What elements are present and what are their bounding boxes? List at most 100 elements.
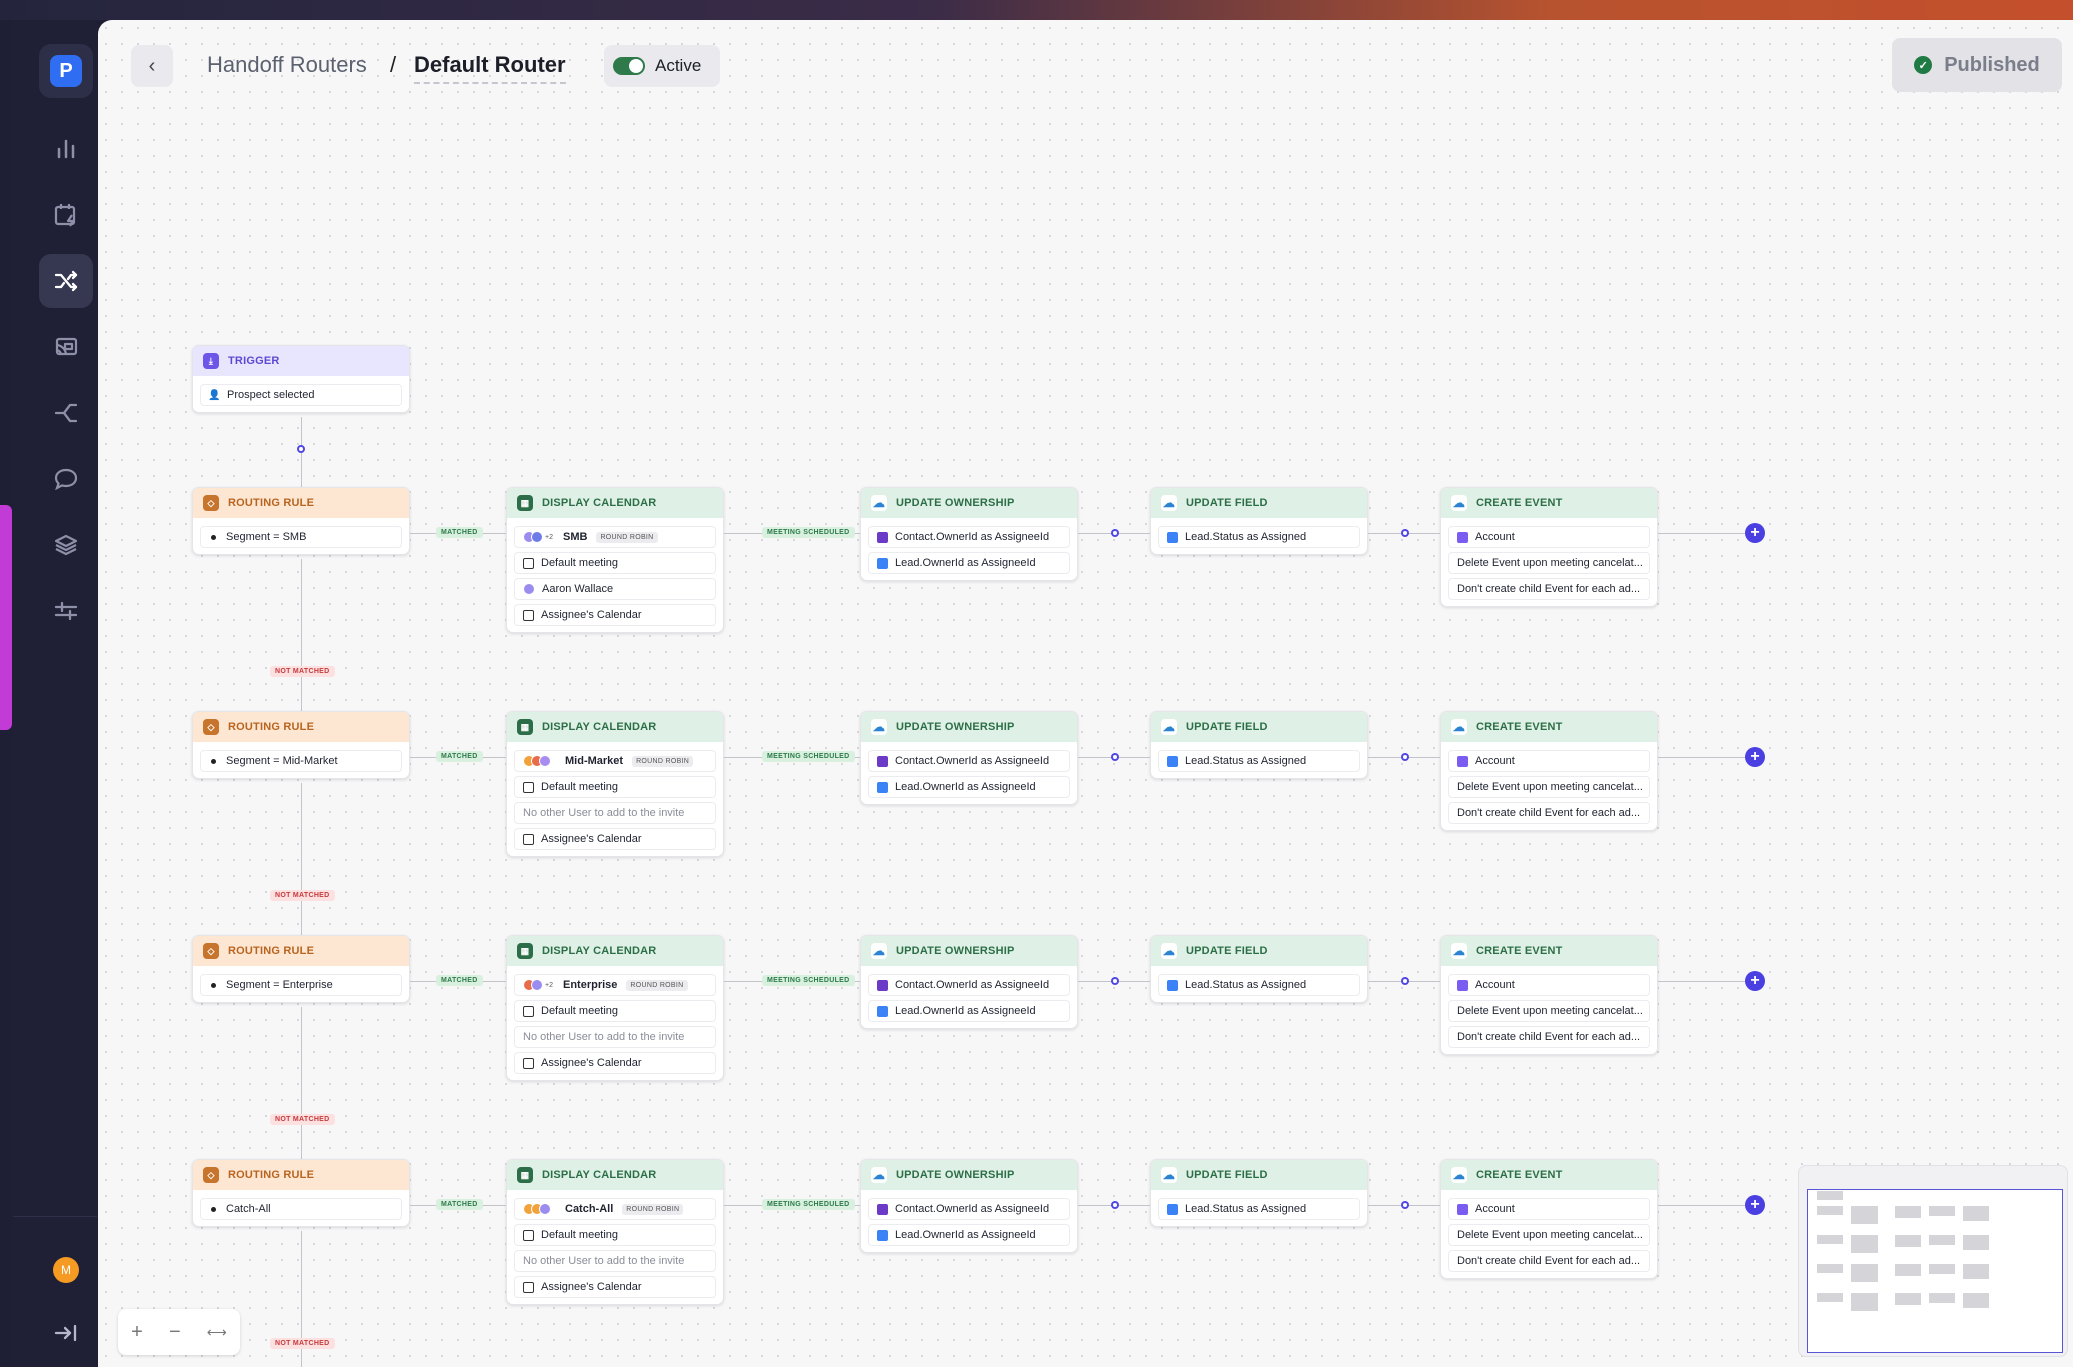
add-step-button[interactable]: + [1745,1195,1765,1215]
ownership-lead[interactable]: Lead.OwnerId as AssigneeId [868,776,1070,798]
create-event-node[interactable]: ☁ CREATE EVENT Account Delete Event upon me… [1440,487,1658,607]
update-ownership-node[interactable]: ☁ UPDATE OWNERSHIP Contact.OwnerId as Assi… [860,711,1078,805]
event-option[interactable]: Delete Event upon meeting cancelat... [1448,1224,1650,1246]
meeting-type[interactable]: Default meeting [514,1224,716,1246]
rule-condition[interactable]: Segment = Mid-Market [200,750,402,772]
connector-dot[interactable] [1111,529,1119,537]
ownership-contact[interactable]: Contact.OwnerId as AssigneeId [868,750,1070,772]
field-update[interactable]: Lead.Status as Assigned [1158,750,1360,772]
routing-rule-node[interactable]: ◇ ROUTING RULE Catch-All [192,1159,410,1227]
app-logo[interactable]: P [39,44,93,98]
add-step-button[interactable]: + [1745,747,1765,767]
calendar-source[interactable]: Assignee's Calendar [514,828,716,850]
zoom-in-button[interactable]: + [131,1321,143,1344]
page-title[interactable]: Default Router [414,52,566,84]
attendee-row[interactable]: No other User to add to the invite [514,1026,716,1048]
attendee-row[interactable]: No other User to add to the invite [514,802,716,824]
meeting-type[interactable]: Default meeting [514,1000,716,1022]
calendar-source[interactable]: Assignee's Calendar [514,1276,716,1298]
event-account[interactable]: Account [1448,1198,1650,1220]
event-option[interactable]: Don't create child Event for each ad... [1448,1026,1650,1048]
event-option[interactable]: Delete Event upon meeting cancelat... [1448,776,1650,798]
display-calendar-node[interactable]: ▦ DISPLAY CALENDAR +2 SMB ROUND ROBIN Default… [506,487,724,633]
connector-dot[interactable] [297,445,305,453]
connector-dot[interactable] [1401,529,1409,537]
event-option[interactable]: Don't create child Event for each ad... [1448,1250,1650,1272]
event-option[interactable]: Delete Event upon meeting cancelat... [1448,552,1650,574]
analytics-icon[interactable] [39,122,93,176]
routing-rule-node[interactable]: ◇ ROUTING RULE Segment = Mid-Market [192,711,410,779]
update-field-node[interactable]: ☁ UPDATE FIELD Lead.Status as Assigned [1150,935,1368,1003]
event-option[interactable]: Delete Event upon meeting cancelat... [1448,1000,1650,1022]
rule-condition[interactable]: Segment = SMB [200,526,402,548]
create-event-node[interactable]: ☁ CREATE EVENT Account Delete Event upon me… [1440,1159,1658,1279]
add-step-button[interactable]: + [1745,971,1765,991]
update-field-node[interactable]: ☁ UPDATE FIELD Lead.Status as Assigned [1150,487,1368,555]
connector-dot[interactable] [1111,977,1119,985]
attendee-row[interactable]: Aaron Wallace [514,578,716,600]
rule-condition[interactable]: Segment = Enterprise [200,974,402,996]
trigger-value[interactable]: 👤 Prospect selected [200,384,402,406]
meeting-type[interactable]: Default meeting [514,776,716,798]
attendee-row[interactable]: No other User to add to the invite [514,1250,716,1272]
create-event-node[interactable]: ☁ CREATE EVENT Account Delete Event upon me… [1440,711,1658,831]
field-update[interactable]: Lead.Status as Assigned [1158,526,1360,548]
calendar-team[interactable]: Mid-Market ROUND ROBIN [514,750,716,772]
ownership-lead[interactable]: Lead.OwnerId as AssigneeId [868,1000,1070,1022]
trigger-node[interactable]: ⤓ TRIGGER 👤 Prospect selected [192,345,410,413]
chat-icon[interactable] [39,452,93,506]
cast-icon[interactable] [39,320,93,374]
connector-dot[interactable] [1401,977,1409,985]
connector-dot[interactable] [1401,753,1409,761]
display-calendar-node[interactable]: ▦ DISPLAY CALENDAR Mid-Market ROUND ROBIN De… [506,711,724,857]
user-avatar[interactable]: M [53,1257,79,1283]
display-calendar-node[interactable]: ▦ DISPLAY CALENDAR +2 Enterprise ROUND ROBIN… [506,935,724,1081]
calendar-team[interactable]: Catch-All ROUND ROBIN [514,1198,716,1220]
update-ownership-node[interactable]: ☁ UPDATE OWNERSHIP Contact.OwnerId as Assi… [860,935,1078,1029]
fit-view-button[interactable]: ⟷ [207,1324,227,1341]
collapse-right-icon[interactable] [39,1306,93,1360]
event-account[interactable]: Account [1448,750,1650,772]
zoom-out-button[interactable]: − [169,1321,181,1344]
connector-dot[interactable] [1111,753,1119,761]
display-calendar-node[interactable]: ▦ DISPLAY CALENDAR Catch-All ROUND ROBIN Def… [506,1159,724,1305]
calendar-team[interactable]: +2 Enterprise ROUND ROBIN [514,974,716,996]
calendar-bolt-icon[interactable] [39,188,93,242]
toggle-switch[interactable] [613,57,645,75]
routing-rule-node[interactable]: ◇ ROUTING RULE Segment = Enterprise [192,935,410,1003]
branch-icon[interactable] [39,386,93,440]
meeting-type[interactable]: Default meeting [514,552,716,574]
minimap[interactable] [1798,1165,2068,1357]
ownership-lead[interactable]: Lead.OwnerId as AssigneeId [868,1224,1070,1246]
create-event-node[interactable]: ☁ CREATE EVENT Account Delete Event upon me… [1440,935,1658,1055]
ownership-contact[interactable]: Contact.OwnerId as AssigneeId [868,526,1070,548]
event-account[interactable]: Account [1448,974,1650,996]
field-update[interactable]: Lead.Status as Assigned [1158,1198,1360,1220]
sliders-icon[interactable] [39,584,93,638]
active-toggle[interactable]: Active [604,45,720,87]
event-account[interactable]: Account [1448,526,1650,548]
ownership-lead[interactable]: Lead.OwnerId as AssigneeId [868,552,1070,574]
layers-icon[interactable] [39,518,93,572]
ownership-contact[interactable]: Contact.OwnerId as AssigneeId [868,974,1070,996]
connector-dot[interactable] [1401,1201,1409,1209]
event-option[interactable]: Don't create child Event for each ad... [1448,802,1650,824]
ownership-contact[interactable]: Contact.OwnerId as AssigneeId [868,1198,1070,1220]
update-ownership-node[interactable]: ☁ UPDATE OWNERSHIP Contact.OwnerId as Assi… [860,1159,1078,1253]
event-option[interactable]: Don't create child Event for each ad... [1448,578,1650,600]
connector-dot[interactable] [1111,1201,1119,1209]
field-update[interactable]: Lead.Status as Assigned [1158,974,1360,996]
calendar-source[interactable]: Assignee's Calendar [514,604,716,626]
flow-canvas[interactable]: ⤓ TRIGGER 👤 Prospect selected ◇ ROUTING RULE S… [98,20,2073,1367]
back-button[interactable]: ‹ [131,45,173,87]
calendar-team[interactable]: +2 SMB ROUND ROBIN [514,526,716,548]
shuffle-icon[interactable] [39,254,93,308]
update-field-node[interactable]: ☁ UPDATE FIELD Lead.Status as Assigned [1150,711,1368,779]
update-ownership-node[interactable]: ☁ UPDATE OWNERSHIP Contact.OwnerId as Assi… [860,487,1078,581]
breadcrumb-parent[interactable]: Handoff Routers [207,52,367,78]
routing-rule-node[interactable]: ◇ ROUTING RULE Segment = SMB [192,487,410,555]
rule-condition[interactable]: Catch-All [200,1198,402,1220]
calendar-source[interactable]: Assignee's Calendar [514,1052,716,1074]
update-field-node[interactable]: ☁ UPDATE FIELD Lead.Status as Assigned [1150,1159,1368,1227]
add-step-button[interactable]: + [1745,523,1765,543]
